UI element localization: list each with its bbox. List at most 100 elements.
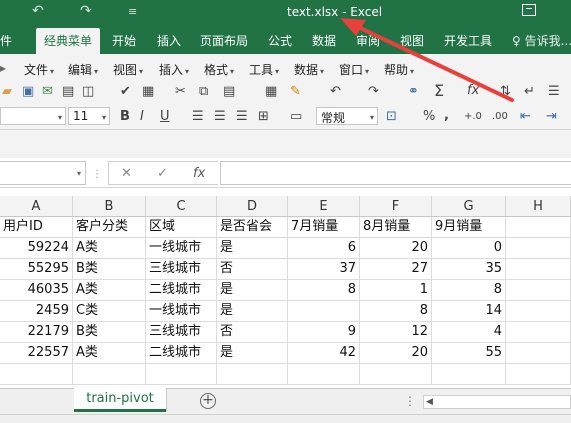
column-header-c[interactable]: C (146, 196, 217, 217)
enter-icon[interactable]: ✓ (157, 166, 168, 181)
table-cell[interactable]: 是 (217, 343, 288, 364)
align-center-icon[interactable]: ☰ (214, 110, 226, 124)
redo-icon[interactable]: ↷ (80, 3, 92, 19)
table-cell[interactable]: 8 (360, 301, 432, 322)
table-cell[interactable] (506, 259, 571, 280)
table-cell[interactable]: 1 (360, 280, 432, 301)
table-cell[interactable]: 42 (288, 343, 360, 364)
table-cell[interactable] (506, 322, 571, 343)
underline-icon[interactable]: U (160, 110, 170, 124)
header-cell-is-capital[interactable]: 是否省会 (217, 217, 288, 238)
currency-icon[interactable]: ▭ (290, 110, 302, 124)
increase-indent-icon[interactable]: ⇥ (546, 110, 557, 124)
table-cell[interactable]: 12 (360, 322, 432, 343)
table-cell[interactable]: B类 (73, 259, 146, 280)
scroll-left-icon[interactable]: ◀ (426, 397, 433, 407)
wrap-icon[interactable]: ↵ (524, 85, 535, 99)
column-header-d[interactable]: D (217, 196, 288, 217)
table-cell[interactable]: A类 (73, 280, 146, 301)
align-justify-icon[interactable]: ☰ (236, 110, 248, 124)
menu-tools[interactable]: 工具 ▾ (249, 61, 279, 78)
table-cell[interactable]: 8 (432, 280, 506, 301)
table-cell[interactable]: 55 (432, 343, 506, 364)
table-cell[interactable]: 否 (217, 259, 288, 280)
empty-cell[interactable] (0, 364, 73, 385)
horizontal-scrollbar[interactable]: ◀ (423, 395, 571, 409)
tab-view[interactable]: 视图 (400, 32, 424, 49)
tab-developer[interactable]: 开发工具 (444, 32, 492, 49)
table-cell[interactable] (288, 301, 360, 322)
menu-help[interactable]: 帮助 ▾ (384, 61, 414, 78)
paste-icon[interactable]: ▤ (223, 85, 235, 99)
table-cell[interactable]: 否 (217, 322, 288, 343)
tab-classic-menu[interactable]: 经典菜单 (36, 28, 101, 54)
empty-cell[interactable] (217, 364, 288, 385)
autosum-icon[interactable]: Σ (434, 83, 444, 99)
open-folder-icon[interactable]: ▰ (2, 85, 12, 99)
tab-data[interactable]: 数据 (312, 32, 336, 49)
menu-insert[interactable]: 插入 ▾ (159, 61, 189, 78)
table-cell[interactable]: 4 (432, 322, 506, 343)
copy-icon[interactable]: ⧉ (199, 85, 208, 99)
table-cell[interactable] (506, 343, 571, 364)
redo-toolbar-icon[interactable]: ↷ (368, 85, 379, 99)
tab-review[interactable]: 审阅 (356, 32, 380, 49)
table-cell[interactable]: 9 (288, 322, 360, 343)
merge-center-icon[interactable]: ⊞ (258, 110, 269, 124)
menu-window[interactable]: 窗口 ▾ (339, 61, 369, 78)
scissors-icon[interactable]: ✂ (175, 85, 186, 99)
menu-data[interactable]: 数据 ▾ (294, 61, 324, 78)
font-size-select[interactable]: 11 ▾ (68, 107, 110, 125)
table-cell[interactable]: 三线城市 (146, 259, 217, 280)
menu-view[interactable]: 视图 ▾ (113, 61, 143, 78)
table-cell[interactable]: C类 (73, 301, 146, 322)
table-cell[interactable]: 14 (432, 301, 506, 322)
column-header-b[interactable]: B (73, 196, 146, 217)
sort-icon[interactable]: ⇅ (500, 85, 511, 99)
worksheet-grid[interactable]: A B C D E F G H 用户ID 客户分类 区域 是否省会 7月销量 8… (0, 196, 571, 388)
empty-cell[interactable] (288, 364, 360, 385)
tab-formulas[interactable]: 公式 (268, 32, 292, 49)
decrease-decimal-icon[interactable]: .00 (492, 110, 508, 124)
font-name-select[interactable]: ▾ (0, 107, 66, 125)
table-cell[interactable]: 是 (217, 238, 288, 259)
table-cell[interactable]: 35 (432, 259, 506, 280)
header-cell-customer-type[interactable]: 客户分类 (73, 217, 146, 238)
table-cell[interactable]: 6 (288, 238, 360, 259)
table-cell[interactable]: 是 (217, 301, 288, 322)
hyperlink-icon[interactable]: ⚭ (408, 85, 419, 99)
header-cell-region[interactable]: 区域 (146, 217, 217, 238)
tab-split-handle[interactable]: ⋮ (404, 394, 416, 408)
table-cell[interactable]: 46035 (0, 280, 73, 301)
tell-me-box[interactable]: ♀ 告诉我... (512, 32, 571, 49)
table-cell[interactable]: 是 (217, 280, 288, 301)
accounting-icon[interactable]: ⊡ (386, 110, 397, 124)
tab-home[interactable]: 开始 (112, 32, 136, 49)
header-cell-aug-sales[interactable]: 8月销量 (360, 217, 432, 238)
insert-function-fx-icon[interactable]: fx (193, 166, 205, 181)
table-cell[interactable]: 一线城市 (146, 301, 217, 322)
tab-insert[interactable]: 插入 (157, 32, 181, 49)
customize-quick-access-icon[interactable]: ≡ (128, 5, 137, 18)
empty-cell[interactable] (360, 364, 432, 385)
table-cell[interactable]: 20 (360, 343, 432, 364)
table-cell[interactable]: 2459 (0, 301, 73, 322)
formula-input[interactable] (220, 161, 571, 185)
comma-button[interactable]: , (444, 109, 449, 123)
cancel-icon[interactable]: ✕ (121, 166, 132, 181)
empty-cell[interactable] (432, 364, 506, 385)
tab-file[interactable]: 件 (0, 32, 12, 49)
table-cell[interactable]: 二线城市 (146, 280, 217, 301)
header-cell-july-sales[interactable]: 7月销量 (288, 217, 360, 238)
insert-function-icon[interactable]: fx (467, 84, 479, 98)
table-cell[interactable]: A类 (73, 238, 146, 259)
tab-page-layout[interactable]: 页面布局 (200, 32, 248, 49)
header-cell-sep-sales[interactable]: 9月销量 (432, 217, 506, 238)
print-preview-icon[interactable]: ◫ (82, 85, 94, 99)
add-sheet-button[interactable]: + (200, 393, 216, 409)
table-cell[interactable] (506, 280, 571, 301)
column-header-e[interactable]: E (288, 196, 360, 217)
decrease-indent-icon[interactable]: ⇤ (520, 110, 531, 124)
align-left-icon[interactable]: ☰ (192, 110, 204, 124)
italic-icon[interactable]: I (140, 110, 144, 124)
